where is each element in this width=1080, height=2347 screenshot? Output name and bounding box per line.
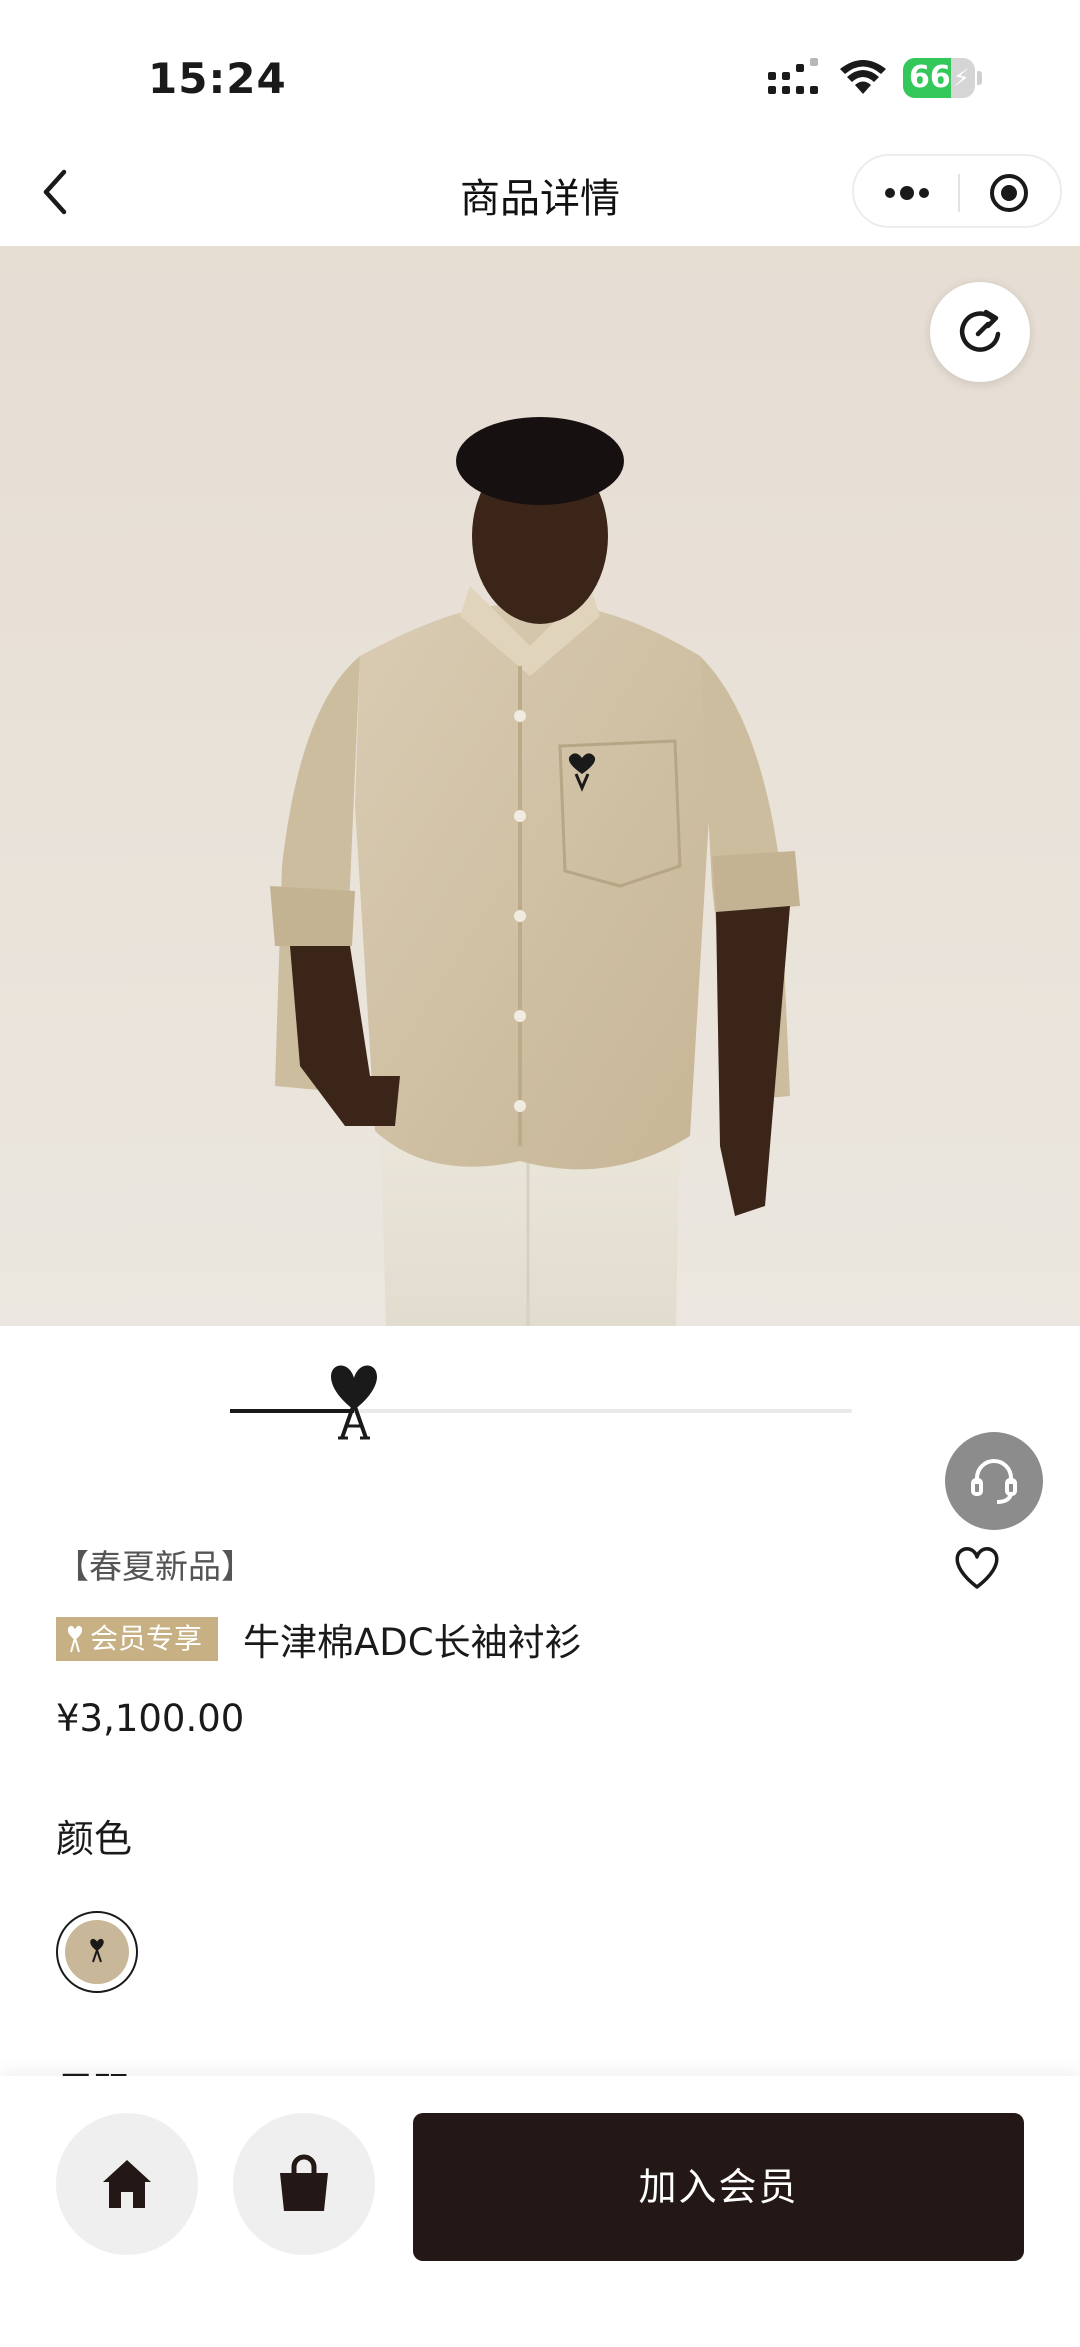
customer-service-button[interactable] [945, 1432, 1043, 1530]
color-swatch [65, 1920, 129, 1984]
color-label: 颜色 [56, 1817, 133, 1861]
product-name: 牛津棉ADC长袖衬衫 [243, 1621, 582, 1664]
miniprogram-capsule [852, 154, 1062, 228]
home-button[interactable] [56, 2113, 198, 2255]
home-icon [103, 2160, 151, 2208]
charging-bolt-icon: ⚡ [953, 64, 970, 92]
product-photo [270, 417, 800, 1326]
mini-heart-logo-icon [67, 1625, 83, 1653]
product-image[interactable] [0, 246, 1080, 1326]
share-refresh-icon [959, 309, 1001, 352]
member-exclusive-badge: 会员专享 [56, 1617, 218, 1661]
target-icon[interactable] [988, 172, 1030, 214]
battery-level: 66 [909, 60, 951, 95]
share-button[interactable] [930, 282, 1030, 382]
gallery-progress-track[interactable] [230, 1409, 852, 1413]
heart-favorite-icon[interactable] [952, 1545, 1002, 1591]
heart-logo-thumb-icon[interactable] [326, 1362, 382, 1442]
headset-icon [971, 1459, 1017, 1504]
shopping-bag-icon [280, 2154, 328, 2211]
product-tag: 【春夏新品】 [56, 1547, 254, 1586]
color-swatch-selected[interactable] [56, 1911, 138, 1993]
more-dots-icon[interactable] [882, 176, 932, 210]
join-membership-button[interactable]: 加入会员 [413, 2113, 1024, 2261]
signal-icon [768, 58, 818, 94]
swatch-heart-logo-icon [90, 1938, 104, 1963]
member-badge-label: 会员专享 [90, 1622, 203, 1655]
wifi-icon [840, 60, 886, 94]
product-price: ¥3,100.00 [56, 1697, 245, 1740]
battery-indicator: 66 ⚡ [903, 58, 982, 98]
status-time: 15:24 [148, 54, 287, 103]
cart-button[interactable] [233, 2113, 375, 2255]
